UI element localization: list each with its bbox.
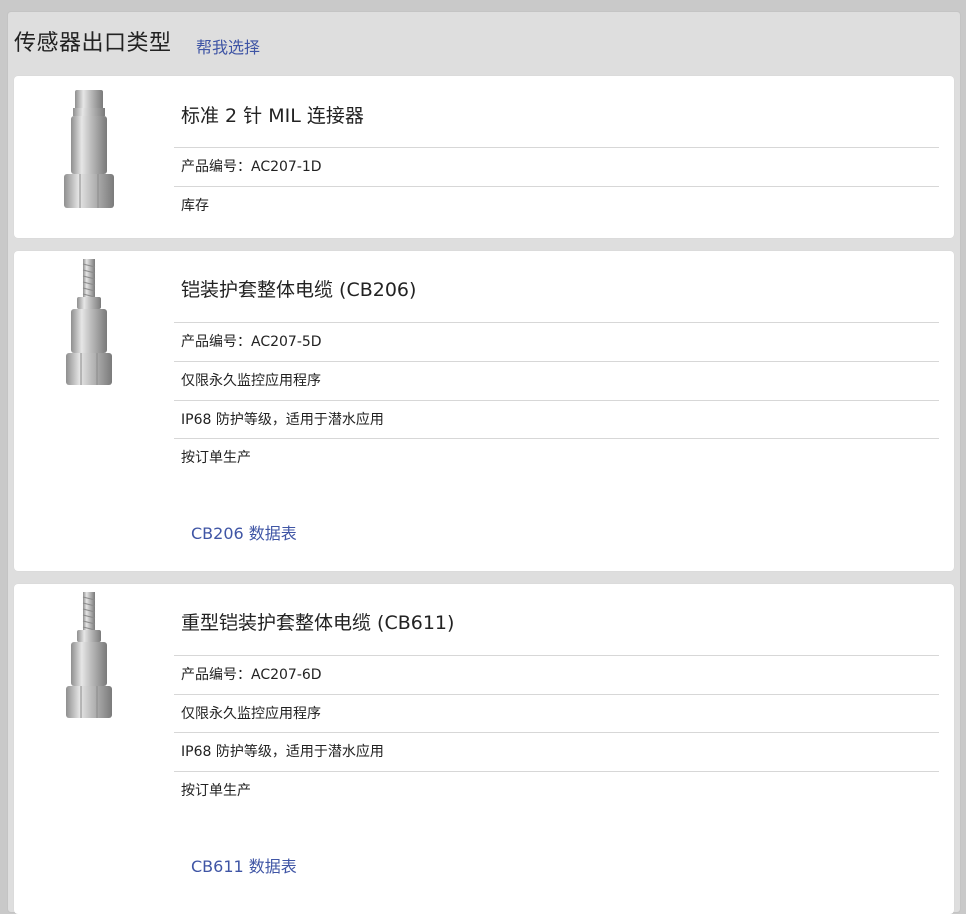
product-detail-row: 产品编号：AC207-5D — [174, 322, 939, 360]
panel-header: 传感器出口类型 帮我选择 — [8, 12, 960, 72]
product-detail-row: 库存 — [174, 186, 939, 224]
product-detail-row: 产品编号：AC207-6D — [174, 655, 939, 693]
product-card-cb206[interactable]: 铠装护套整体电缆 (CB206) 产品编号：AC207-5D 仅限永久监控应用程… — [14, 251, 954, 571]
product-card-mil-connector[interactable]: 标准 2 针 MIL 连接器 产品编号：AC207-1D 库存 — [14, 76, 954, 238]
product-card-cb611[interactable]: 重型铠装护套整体电缆 (CB611) 产品编号：AC207-6D 仅限永久监控应… — [14, 584, 954, 914]
product-name: 铠装护套整体电缆 (CB206) — [181, 279, 417, 301]
mil-connector-sensor-icon — [64, 90, 114, 208]
panel-title: 传感器出口类型 — [14, 31, 172, 56]
product-detail-row: 产品编号：AC207-1D — [174, 147, 939, 185]
product-detail-row: 按订单生产 — [174, 438, 939, 476]
product-name: 标准 2 针 MIL 连接器 — [181, 105, 364, 127]
heavy-armored-cable-sensor-icon — [66, 592, 112, 718]
cb206-datasheet-link[interactable]: CB206 数据表 — [191, 520, 297, 544]
cb611-datasheet-link[interactable]: CB611 数据表 — [191, 853, 297, 877]
product-detail-row: IP68 防护等级，适用于潜水应用 — [174, 400, 939, 438]
product-name: 重型铠装护套整体电缆 (CB611) — [181, 612, 455, 634]
product-detail-row: IP68 防护等级，适用于潜水应用 — [174, 732, 939, 770]
armored-cable-sensor-icon — [66, 259, 112, 385]
product-detail-row: 仅限永久监控应用程序 — [174, 694, 939, 732]
sensor-exit-type-panel: 传感器出口类型 帮我选择 标准 2 针 MIL 连接器 产品编号：AC207-1… — [7, 11, 961, 914]
product-detail-row: 按订单生产 — [174, 771, 939, 809]
product-detail-row: 仅限永久监控应用程序 — [174, 361, 939, 399]
help-me-choose-link[interactable]: 帮我选择 — [196, 34, 260, 58]
